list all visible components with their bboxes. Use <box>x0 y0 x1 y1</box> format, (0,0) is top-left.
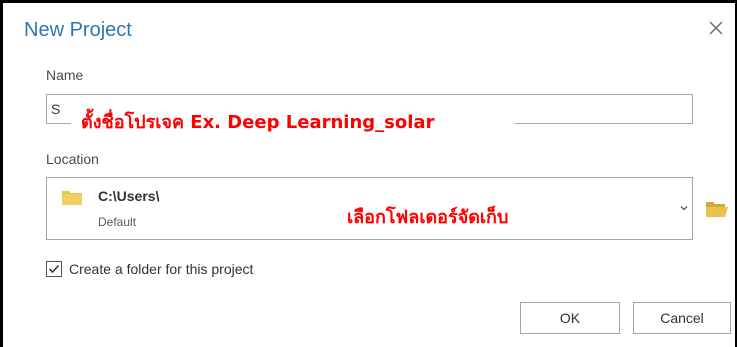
ok-button[interactable]: OK <box>520 302 620 334</box>
new-project-dialog: New Project Name S ตั้งชื่อโปรเจค Ex. De… <box>0 0 737 347</box>
close-icon <box>709 21 723 35</box>
cancel-button[interactable]: Cancel <box>633 302 731 334</box>
location-label: Location <box>46 151 99 167</box>
close-button[interactable] <box>705 17 727 39</box>
create-folder-checkbox[interactable] <box>46 261 62 277</box>
chevron-down-icon <box>680 206 688 211</box>
browse-folder-button[interactable] <box>705 199 729 219</box>
location-dropdown[interactable]: C:\Users\ Default เลือกโฟลเดอร์จัดเก็บ <box>46 177 693 240</box>
folder-icon <box>62 191 82 205</box>
location-annotation: เลือกโฟลเดอร์จัดเก็บ <box>347 207 509 228</box>
create-folder-label: Create a folder for this project <box>69 261 254 277</box>
name-annotation: ตั้งชื่อโปรเจค Ex. Deep Learning_solar <box>71 99 515 147</box>
location-subtext: Default <box>98 215 137 229</box>
name-label: Name <box>46 67 84 83</box>
checkmark-icon <box>48 264 60 274</box>
location-path: C:\Users\ <box>98 188 160 204</box>
dialog-title: New Project <box>24 19 132 41</box>
folder-open-icon <box>706 202 728 217</box>
